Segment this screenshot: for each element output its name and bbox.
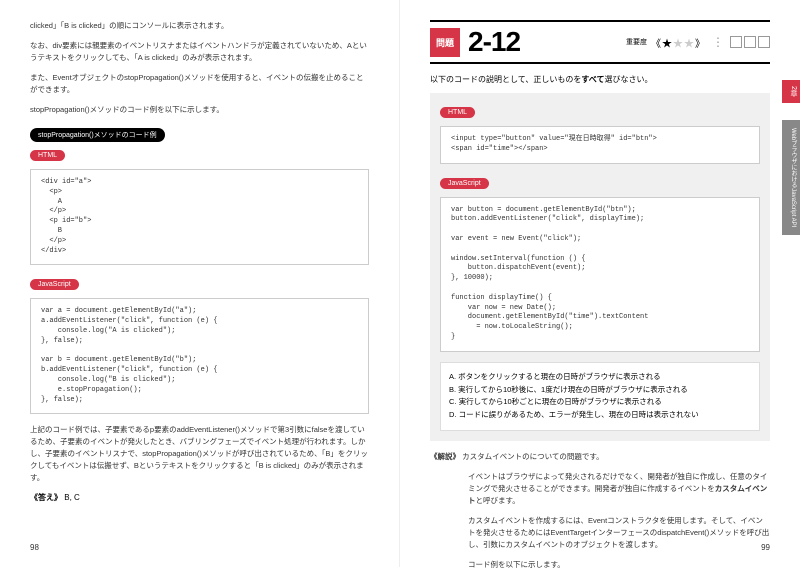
checkbox-1[interactable] bbox=[730, 36, 742, 48]
js-label: JavaScript bbox=[30, 279, 79, 290]
answer-label: 《答え》 bbox=[30, 493, 62, 502]
checkbox-2[interactable] bbox=[744, 36, 756, 48]
checkboxes bbox=[730, 36, 770, 48]
js-code-right: var button = document.getElementById("bt… bbox=[451, 206, 749, 343]
html-code-box-right: <input type="button" value="現在日時取得" id="… bbox=[440, 126, 760, 164]
kaisetsu-3: カスタムイベントを作成するには、Eventコンストラクタを使用します。そして、イ… bbox=[430, 515, 770, 551]
answer-options: A. ボタンをクリックすると現在の日時がブラウザに表示される B. 実行してから… bbox=[440, 362, 760, 431]
question-header: 問題 2-12 重要度 《★★★》 ⋮ bbox=[430, 20, 770, 64]
page-number-left: 98 bbox=[30, 543, 39, 552]
code-container: HTML <input type="button" value="現在日時取得"… bbox=[430, 93, 770, 441]
mondai-tag: 問題 bbox=[430, 28, 460, 57]
intro-text-4: stopPropagation()メソッドのコード例を以下に示します。 bbox=[30, 104, 369, 116]
js-code-box: var a = document.getElementById("a"); a.… bbox=[30, 298, 369, 414]
html-label-right: HTML bbox=[440, 107, 475, 118]
answer-value: B, C bbox=[64, 493, 80, 502]
option-d: D. コードに誤りがあるため、エラーが発生し、現在の日時は表示されない bbox=[449, 409, 751, 422]
chapter-subtitle-tab: WebブラウザにおけるJavaScript API bbox=[782, 120, 800, 235]
intro-text-2: なお、div要素には親要素のイベントリスナまたはイベントハンドラが定義されていな… bbox=[30, 40, 369, 64]
option-a: A. ボタンをクリックすると現在の日時がブラウザに表示される bbox=[449, 371, 751, 384]
js-label-right: JavaScript bbox=[440, 178, 489, 189]
separator-dots: ⋮ bbox=[712, 39, 724, 45]
option-b: B. 実行してから10秒後に、1度だけ現在の日時がブラウザに表示される bbox=[449, 384, 751, 397]
left-page: clicked」「B is clicked」の順にコンソールに表示されます。 な… bbox=[0, 0, 400, 567]
chapter-tab: 2章 bbox=[782, 80, 800, 103]
explanation: 上記のコード例では、子要素であるp要素のaddEventListener()メソ… bbox=[30, 424, 369, 484]
kaisetsu-1: カスタムイベントのについての問題です。 bbox=[462, 452, 604, 461]
option-c: C. 実行してから10秒ごとに現在の日時がブラウザに表示される bbox=[449, 396, 751, 409]
js-code-box-right: var button = document.getElementById("bt… bbox=[440, 197, 760, 352]
checkbox-3[interactable] bbox=[758, 36, 770, 48]
difficulty-label: 重要度 bbox=[626, 37, 647, 47]
kaisetsu-2: イベントはブラウザによって発火されるだけでなく、開発者が独自に作成し、任意のタイ… bbox=[430, 471, 770, 507]
kaisetsu-4: コード例を以下に示します。 bbox=[430, 559, 770, 571]
code-example-title: stopPropagation()メソッドのコード例 bbox=[30, 128, 165, 142]
difficulty-stars: 《★★★》 bbox=[651, 35, 706, 50]
page-number-right: 99 bbox=[761, 543, 770, 552]
question-text: 以下のコードの説明として、正しいものをすべて選びなさい。 bbox=[430, 74, 770, 85]
html-code-right: <input type="button" value="現在日時取得" id="… bbox=[451, 135, 749, 155]
mondai-number: 2-12 bbox=[468, 26, 520, 58]
intro-text-3: また、EventオブジェクトのstopPropagation()メソッドを使用す… bbox=[30, 72, 369, 96]
html-label: HTML bbox=[30, 150, 65, 161]
kaisetsu-label: 《解説》 bbox=[430, 452, 460, 461]
html-code: <div id="a"> <p> A </p> <p id="b"> B </p… bbox=[41, 178, 358, 256]
answer-row: 《答え》 B, C bbox=[30, 492, 369, 503]
kaisetsu-row: 《解説》 カスタムイベントのについての問題です。 bbox=[430, 451, 770, 463]
html-code-box: <div id="a"> <p> A </p> <p id="b"> B </p… bbox=[30, 169, 369, 265]
js-code: var a = document.getElementById("a"); a.… bbox=[41, 307, 358, 405]
intro-text-1: clicked」「B is clicked」の順にコンソールに表示されます。 bbox=[30, 20, 369, 32]
right-page: 問題 2-12 重要度 《★★★》 ⋮ 以下のコードの説明として、正しいものをす… bbox=[400, 0, 800, 567]
